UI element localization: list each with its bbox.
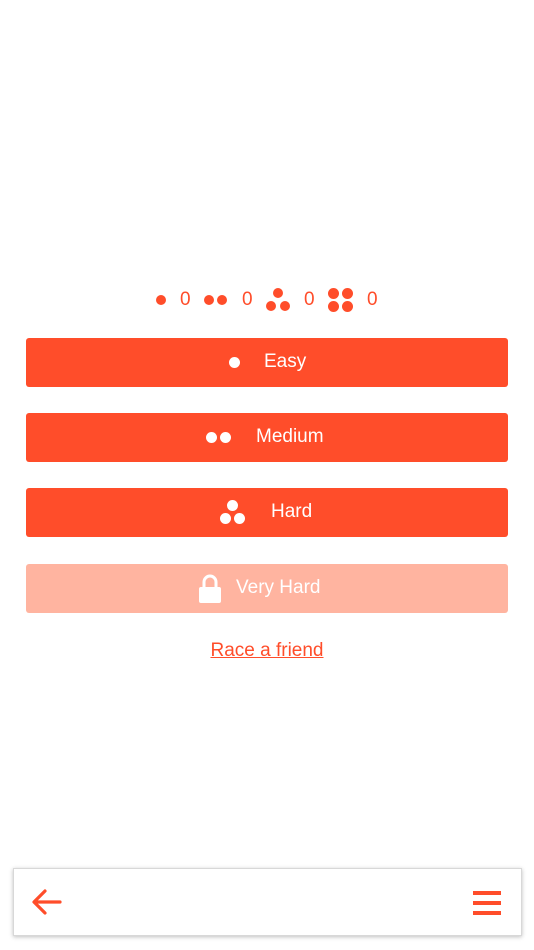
score-easy-value: 0 bbox=[180, 289, 191, 310]
very-hard-button[interactable]: Very Hard bbox=[26, 564, 508, 613]
one-dot-icon bbox=[155, 286, 169, 314]
one-dot-icon bbox=[229, 338, 241, 387]
score-medium-value: 0 bbox=[242, 289, 253, 310]
three-dots-icon bbox=[220, 488, 246, 537]
arrow-left-icon bbox=[32, 889, 62, 915]
race-a-friend-label: Race a friend bbox=[210, 640, 324, 661]
back-button[interactable] bbox=[28, 886, 64, 918]
medium-button[interactable]: Medium bbox=[26, 413, 508, 462]
very-hard-button-label: Very Hard bbox=[236, 577, 321, 598]
hard-button[interactable]: Hard bbox=[26, 488, 508, 537]
easy-button-label: Easy bbox=[264, 351, 307, 372]
four-dots-icon bbox=[328, 286, 356, 314]
three-dots-icon bbox=[266, 286, 294, 314]
two-dots-icon bbox=[206, 413, 232, 462]
lock-icon bbox=[198, 564, 222, 613]
score-very-hard-value: 0 bbox=[367, 289, 378, 310]
two-dots-icon bbox=[204, 286, 232, 314]
hard-button-label: Hard bbox=[271, 501, 313, 522]
medium-button-label: Medium bbox=[256, 426, 324, 447]
menu-button[interactable] bbox=[473, 889, 503, 917]
easy-button[interactable]: Easy bbox=[26, 338, 508, 387]
score-summary: 0 0 0 0 bbox=[0, 286, 534, 314]
score-hard-value: 0 bbox=[304, 289, 315, 310]
race-a-friend-link[interactable]: Race a friend bbox=[0, 640, 534, 662]
hamburger-menu-icon bbox=[473, 889, 503, 917]
bottom-toolbar bbox=[13, 868, 522, 936]
